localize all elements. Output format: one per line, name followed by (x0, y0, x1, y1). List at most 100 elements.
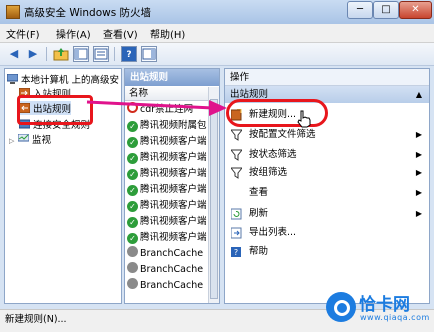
help-icon: ? (231, 246, 242, 258)
table-row[interactable]: ✓ 腾讯视频客户端 (127, 166, 209, 182)
allowed-icon: ✓ (127, 185, 138, 196)
filter-icon (229, 149, 244, 161)
watermark-url: www.qiaqa.com (360, 313, 430, 322)
up-folder-icon[interactable] (53, 46, 69, 62)
submenu-arrow-icon: ▶ (415, 168, 422, 177)
menu-help[interactable]: 帮助(H) (150, 26, 185, 41)
back-icon[interactable]: ◀ (6, 46, 22, 62)
submenu-arrow-icon: ▶ (415, 130, 422, 139)
rule-name: 腾讯视频客户端 (140, 232, 207, 243)
monitor-icon (17, 133, 30, 144)
allowed-icon: ✓ (127, 169, 138, 180)
action-view[interactable]: 查看 ▶ (225, 184, 429, 202)
table-row[interactable]: ✓ 腾讯视频客户端 (127, 214, 209, 230)
collapse-icon[interactable]: ▲ (416, 86, 422, 103)
annotation-highlight-new-rule (226, 99, 328, 127)
action-refresh[interactable]: 刷新 ▶ (225, 205, 429, 223)
menu-bar: 文件(F) 操作(A) 查看(V) 帮助(H) (0, 24, 434, 43)
action-export-list[interactable]: 导出列表... (225, 224, 429, 242)
table-row[interactable]: ✓ 腾讯视频客户端 (127, 134, 209, 150)
rule-name: BranchCache (140, 280, 204, 291)
close-button[interactable]: ✕ (399, 1, 432, 19)
annotation-arrow (86, 100, 227, 116)
disabled-icon (127, 278, 138, 289)
watermark-brand: 恰卡网 (359, 295, 410, 315)
table-row[interactable]: BranchCache (127, 262, 209, 278)
hand-cursor-icon (297, 110, 311, 128)
rule-name: 腾讯视频客户端 (140, 136, 207, 147)
computer-firewall-icon (7, 73, 19, 84)
allowed-icon: ✓ (127, 233, 138, 244)
table-row[interactable]: BranchCache (127, 278, 209, 294)
toolbar-divider (46, 47, 47, 61)
tree-root[interactable]: 本地计算机 上的高级安 (7, 72, 119, 86)
watermark-logo: 恰卡网 www.qiaqa.com (326, 290, 432, 330)
table-row[interactable]: BranchCache (127, 246, 209, 262)
table-row[interactable]: ✓ 腾讯视频附属包 (127, 118, 209, 134)
rule-name: 腾讯视频客户端 (140, 168, 207, 179)
export-icon (230, 227, 242, 239)
disabled-icon (127, 262, 138, 273)
scrollbar-thumb[interactable] (210, 99, 218, 299)
table-row[interactable]: ✓ 腾讯视频客户端 (127, 182, 209, 198)
forward-icon[interactable]: ▶ (25, 46, 41, 62)
filter-icon (229, 129, 244, 141)
rule-name: BranchCache (140, 264, 204, 275)
window-title: 高级安全 Windows 防火墙 (24, 7, 152, 19)
action-filter-group[interactable]: 按组筛选 ▶ (225, 164, 429, 182)
rule-name: 腾讯视频客户端 (140, 216, 207, 227)
submenu-arrow-icon: ▶ (415, 188, 422, 197)
action-label: 查看 (249, 187, 269, 198)
firewall-app-icon (6, 5, 20, 19)
allowed-icon: ✓ (127, 217, 138, 228)
tree-item-label: 监视 (32, 135, 52, 146)
submenu-arrow-icon: ▶ (415, 209, 422, 218)
refresh-icon (230, 208, 242, 220)
firewall-window: 高级安全 Windows 防火墙 ─ □ ✕ 文件(F) 操作(A) 查看(V)… (0, 0, 434, 332)
action-label: 按组筛选 (249, 167, 288, 178)
table-row[interactable]: ✓ 腾讯视频客户端 (127, 150, 209, 166)
tree-root-label: 本地计算机 上的高级安 (21, 75, 120, 86)
allowed-icon: ✓ (127, 201, 138, 212)
allowed-icon: ✓ (127, 153, 138, 164)
menu-action[interactable]: 操作(A) (56, 26, 91, 41)
rule-name: 腾讯视频客户端 (140, 152, 207, 163)
action-filter-state[interactable]: 按状态筛选 ▶ (225, 146, 429, 164)
maximize-button[interactable]: □ (373, 1, 399, 19)
rule-name: 腾讯视频客户端 (140, 184, 207, 195)
action-label: 导出列表... (249, 227, 297, 238)
expand-icon[interactable]: ▷ (9, 137, 18, 145)
action-label: 帮助 (249, 246, 269, 257)
rule-name: 腾讯视频附属包 (140, 120, 207, 131)
rule-name: BranchCache (140, 248, 204, 259)
toolbar-divider (114, 47, 115, 61)
svg-text:?: ? (234, 248, 238, 257)
watermark-circle-icon (326, 292, 356, 322)
annotation-highlight-outbound (17, 95, 93, 125)
rule-name: 腾讯视频客户端 (140, 200, 207, 211)
properties-icon[interactable] (93, 46, 109, 62)
show-action-pane-icon[interactable] (141, 46, 157, 62)
table-row[interactable]: ✓ 腾讯视频客户端 (127, 198, 209, 214)
submenu-arrow-icon: ▶ (415, 150, 422, 159)
menu-view[interactable]: 查看(V) (103, 26, 138, 41)
action-filter-profile[interactable]: 按配置文件筛选 ▶ (225, 126, 429, 144)
allowed-icon: ✓ (127, 137, 138, 148)
toolbar: ◀ ▶ ? (0, 43, 434, 66)
menu-file[interactable]: 文件(F) (6, 26, 40, 41)
disabled-icon (127, 246, 138, 257)
help-icon[interactable]: ? (121, 46, 137, 62)
title-bar[interactable]: 高级安全 Windows 防火墙 ─ □ ✕ (0, 0, 434, 24)
minimize-button[interactable]: ─ (347, 1, 373, 19)
show-hide-tree-icon[interactable] (73, 46, 89, 62)
action-label: 按状态筛选 (249, 149, 297, 160)
action-label: 刷新 (249, 208, 269, 219)
action-help[interactable]: ? 帮助 (225, 243, 429, 261)
actions-header: 操作 (225, 69, 429, 86)
table-row[interactable]: ✓ 腾讯视频客户端 (127, 230, 209, 246)
action-label: 按配置文件筛选 (249, 129, 316, 140)
tree-item-monitor[interactable]: ▷ 监视 (9, 132, 51, 146)
allowed-icon: ✓ (127, 121, 138, 132)
filter-icon (229, 167, 244, 179)
list-header: 出站规则 (125, 69, 219, 86)
